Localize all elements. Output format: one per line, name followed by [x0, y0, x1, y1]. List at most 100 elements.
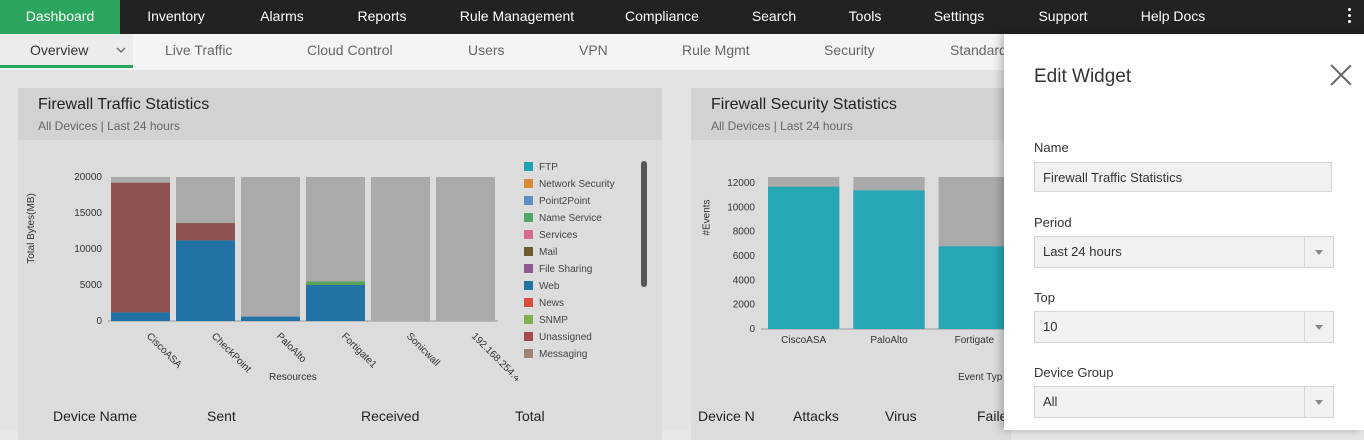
security-chart-xlabel: Event Typ: [958, 372, 1003, 383]
traffic-widget-header: Firewall Traffic Statistics All Devices …: [18, 88, 662, 140]
bar-segment[interactable]: [768, 186, 840, 329]
edit-widget-panel: Edit Widget Name Firewall Traffic Statis…: [1004, 34, 1364, 430]
traffic-widget: Firewall Traffic Statistics All Devices …: [18, 88, 662, 400]
column-attacks[interactable]: Attacks: [793, 408, 839, 424]
legend-label: Name Service: [539, 213, 602, 224]
period-select[interactable]: Last 24 hours: [1034, 236, 1334, 268]
bar-segment[interactable]: [306, 281, 365, 285]
security-chart: 0 2000 4000 6000 8000 10000 12000 CiscoASA PaloA…: [727, 177, 1011, 346]
tab-live-traffic[interactable]: Live Traffic: [165, 34, 232, 68]
name-input[interactable]: Firewall Traffic Statistics: [1034, 162, 1332, 192]
y-tick-label: 8000: [733, 227, 756, 238]
legend-swatch: [524, 179, 533, 188]
tab-security[interactable]: Security: [824, 34, 875, 68]
bar-segment[interactable]: [306, 285, 365, 321]
nav-support[interactable]: Support: [1014, 0, 1112, 34]
tab-cloud-control[interactable]: Cloud Control: [307, 34, 393, 68]
legend-label: Mail: [539, 247, 558, 258]
x-tick-label: CiscoASA: [144, 331, 184, 371]
column-sent[interactable]: Sent: [207, 408, 236, 424]
top-select[interactable]: 10: [1034, 311, 1334, 343]
more-options-icon[interactable]: [1348, 8, 1352, 26]
select-divider: [1304, 312, 1305, 342]
legend-item[interactable]: File Sharing: [524, 264, 592, 275]
legend-label: Services: [539, 230, 578, 241]
y-tick-label: 10000: [727, 202, 755, 213]
bar-segment[interactable]: [938, 246, 1010, 329]
nav-reports[interactable]: Reports: [332, 0, 432, 34]
legend-label: Messaging: [539, 349, 588, 360]
legend-label: Network Security: [539, 179, 615, 190]
legend-label: Web: [539, 281, 560, 292]
x-tick-label: PaloAlto: [870, 335, 908, 346]
nav-rule-management[interactable]: Rule Management: [432, 0, 602, 34]
legend-swatch: [524, 349, 533, 358]
bar-segment[interactable]: [853, 190, 925, 329]
nav-compliance[interactable]: Compliance: [602, 0, 722, 34]
security-chart-ylabel: #Events: [701, 199, 713, 236]
column-received[interactable]: Received: [361, 408, 419, 424]
bar-background[interactable]: [371, 177, 430, 321]
y-tick-label: 5000: [80, 280, 103, 291]
tab-overview-label: Overview: [30, 42, 89, 58]
nav-tools[interactable]: Tools: [826, 0, 904, 34]
column-virus[interactable]: Virus: [885, 408, 917, 424]
y-tick-label: 12000: [727, 178, 755, 189]
legend-item[interactable]: FTP: [524, 162, 558, 173]
y-tick-label: 0: [96, 316, 102, 327]
nav-dashboard[interactable]: Dashboard: [0, 0, 120, 34]
bar-segment[interactable]: [176, 240, 235, 321]
legend-swatch: [524, 247, 533, 256]
bar-background[interactable]: [436, 177, 495, 321]
legend-item[interactable]: Unassigned: [524, 332, 592, 343]
nav-settings[interactable]: Settings: [904, 0, 1014, 34]
legend-item[interactable]: News: [524, 298, 564, 309]
bar-segment[interactable]: [111, 182, 170, 313]
nav-alarms[interactable]: Alarms: [232, 0, 332, 34]
tab-users[interactable]: Users: [468, 34, 505, 68]
chevron-down-icon[interactable]: [116, 47, 126, 55]
tab-vpn[interactable]: VPN: [579, 34, 608, 68]
column-device[interactable]: Device N: [698, 408, 755, 424]
legend-swatch: [524, 315, 533, 324]
legend-item[interactable]: Web: [524, 281, 559, 292]
legend-item[interactable]: Point2Point: [524, 196, 590, 207]
x-tick-label: 192.168.254.4: [469, 331, 518, 384]
nav-inventory[interactable]: Inventory: [120, 0, 232, 34]
tab-overview[interactable]: Overview: [0, 34, 133, 68]
device-group-value: All: [1043, 394, 1058, 409]
legend-swatch: [524, 332, 533, 341]
device-group-select[interactable]: All: [1034, 386, 1334, 418]
y-tick-label: 2000: [733, 300, 756, 311]
traffic-chart-xlabel: Resources: [269, 372, 317, 383]
legend-label: SNMP: [539, 315, 568, 326]
bar-segment[interactable]: [111, 312, 170, 321]
traffic-chart: 0 5000 10000 15000 20000 CiscoASA CheckPoint Pa…: [74, 172, 518, 384]
y-tick-label: 15000: [74, 208, 102, 219]
nav-help-docs[interactable]: Help Docs: [1112, 0, 1234, 34]
dashboard-content: Firewall Traffic Statistics All Devices …: [0, 70, 1011, 440]
x-tick-label: PaloAlto: [274, 331, 308, 365]
bar-segment[interactable]: [176, 223, 235, 241]
legend-item[interactable]: Name Service: [524, 213, 602, 224]
legend-item[interactable]: SNMP: [524, 315, 568, 326]
legend-scrollbar[interactable]: [641, 161, 647, 287]
column-failed[interactable]: Faile: [977, 408, 1007, 424]
bar-segment[interactable]: [241, 316, 300, 321]
close-icon[interactable]: [1330, 64, 1352, 86]
nav-search[interactable]: Search: [722, 0, 826, 34]
security-table: Device N Attacks Virus Faile: [691, 400, 1011, 440]
column-total[interactable]: Total: [515, 408, 545, 424]
legend-item[interactable]: Messaging: [524, 349, 587, 360]
bar-background[interactable]: [241, 177, 300, 321]
traffic-chart-legend: FTP Network Security Point2Point Name Servi…: [524, 162, 644, 360]
caret-down-icon: [1315, 250, 1323, 255]
top-label: Top: [1034, 290, 1055, 305]
column-device-name[interactable]: Device Name: [53, 408, 137, 424]
tab-rule-mgmt[interactable]: Rule Mgmt: [682, 34, 750, 68]
y-tick-label: 10000: [74, 244, 102, 255]
legend-item[interactable]: Services: [524, 230, 577, 241]
legend-item[interactable]: Mail: [524, 247, 557, 258]
legend-item[interactable]: Network Security: [524, 179, 615, 190]
period-value: Last 24 hours: [1043, 244, 1122, 259]
